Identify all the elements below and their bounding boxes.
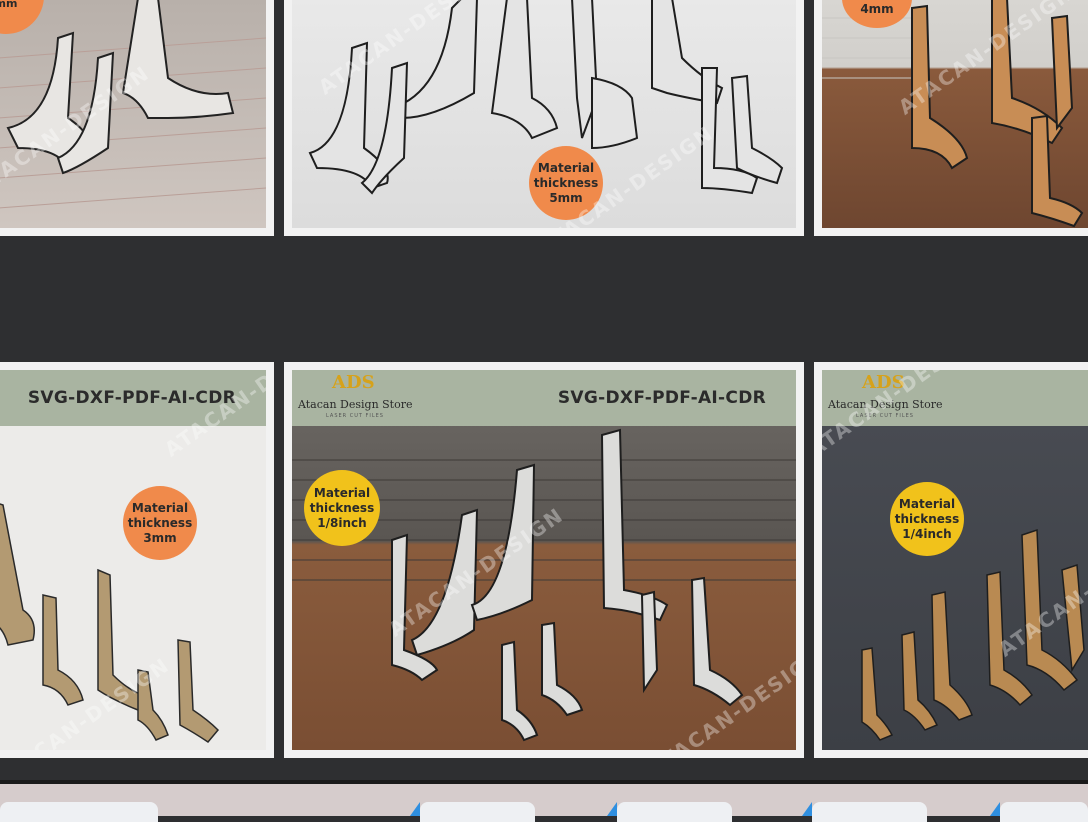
product-image-card[interactable]: thickness mm ATACAN-DESIGN	[0, 0, 274, 236]
badge-value: 1/4inch	[902, 526, 952, 541]
thumbnail-tab[interactable]	[0, 802, 158, 822]
product-image-card[interactable]: SVG-DXF-PDF-AI-CDR Material thickness 3m…	[0, 362, 274, 758]
badge-line: thickness	[127, 515, 193, 530]
floor-planks	[0, 0, 266, 209]
badge-value: 1/8inch	[317, 515, 367, 530]
product-image-card[interactable]: ADS Atacan Design Store LASER CUT FILES …	[814, 362, 1088, 758]
selection-corner-icon	[990, 802, 1000, 816]
material-thickness-badge: Material thickness 1/8inch	[304, 470, 380, 546]
plate-stand-render	[822, 0, 1084, 228]
thumbnail-tab[interactable]	[410, 802, 535, 822]
plate-stand-shapes	[6, 0, 235, 175]
product-image-card[interactable]: SVG-DXF-PDF-AI-CDR ADS Atacan Design Sto…	[284, 362, 804, 758]
badge-value: mm	[0, 0, 18, 10]
selection-corner-icon	[607, 802, 617, 816]
badge-label: Material	[898, 496, 956, 511]
selection-corner-icon	[802, 802, 812, 816]
badge-line: thickness	[894, 511, 960, 526]
plate-stand-render	[0, 503, 220, 743]
badge-value: 4mm	[860, 1, 894, 16]
badge-value: 5mm	[549, 190, 583, 205]
thumbnail-strip	[0, 780, 1088, 822]
product-image-card[interactable]: 4mm ATACAN-DESIGN	[814, 0, 1088, 236]
thumbnail-tab[interactable]	[802, 802, 927, 822]
product-image-card[interactable]: Material thickness 5mm ATACAN-DESIGN ATA…	[284, 0, 804, 236]
plate-stand-render	[861, 528, 1085, 741]
badge-label: Material	[537, 160, 595, 175]
material-thickness-badge: Material thickness 1/4inch	[890, 482, 964, 556]
material-thickness-badge: Material thickness 5mm	[529, 146, 603, 220]
selection-corner-icon	[410, 802, 420, 816]
thumbnail-tab[interactable]	[607, 802, 732, 822]
material-thickness-badge: Material thickness 3mm	[123, 486, 197, 560]
badge-line: thickness	[309, 500, 375, 515]
badge-label: Material	[131, 500, 189, 515]
badge-line: thickness	[533, 175, 599, 190]
badge-label: Material	[313, 485, 371, 500]
badge-value: 3mm	[143, 530, 177, 545]
thumbnail-tab[interactable]	[990, 802, 1088, 822]
plate-stand-render	[292, 428, 796, 742]
